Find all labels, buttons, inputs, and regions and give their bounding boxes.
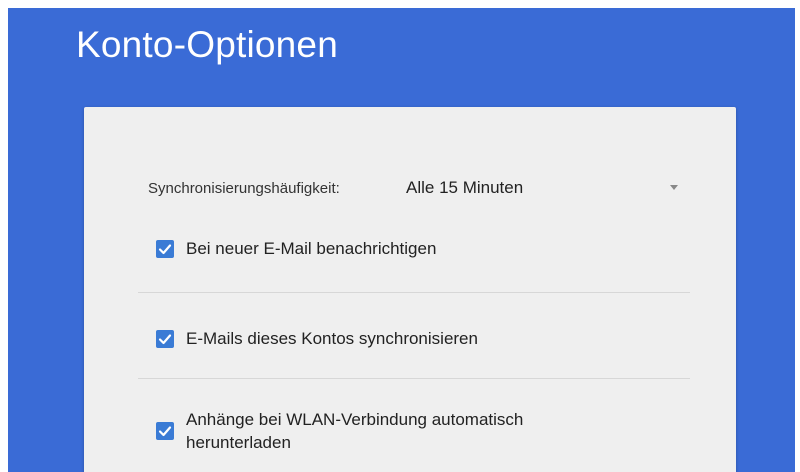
notify-label: Bei neuer E-Mail benachrichtigen <box>186 239 437 258</box>
auto-download-checkbox[interactable] <box>156 422 174 440</box>
checkmark-icon <box>158 243 172 254</box>
options-card: Synchronisierungshäufigkeit: Alle 15 Min… <box>84 107 736 472</box>
sync-frequency-select[interactable]: Alle 15 Minuten <box>406 176 690 200</box>
account-options-screen: Konto-Optionen Synchronisierungshäufigke… <box>8 8 795 472</box>
divider <box>138 378 690 379</box>
auto-download-label-line1: Anhänge bei WLAN-Verbindung automatisch <box>186 410 524 429</box>
checkmark-icon <box>158 333 172 344</box>
auto-download-attachments-option[interactable]: Anhänge bei WLAN-Verbindung automatisch … <box>156 408 523 454</box>
sync-emails-label: E-Mails dieses Kontos synchronisieren <box>186 329 478 348</box>
sync-frequency-row: Synchronisierungshäufigkeit: Alle 15 Min… <box>148 176 688 200</box>
auto-download-label: Anhänge bei WLAN-Verbindung automatisch … <box>186 408 523 454</box>
checkmark-icon <box>158 426 172 437</box>
notify-checkbox[interactable] <box>156 239 174 258</box>
sync-frequency-value: Alle 15 Minuten <box>406 178 524 197</box>
auto-download-label-line2: herunterladen <box>186 433 291 452</box>
sync-emails-checkbox[interactable] <box>156 329 174 348</box>
divider <box>138 292 690 293</box>
sync-frequency-label: Synchronisierungshäufigkeit: <box>148 179 340 197</box>
page-title: Konto-Optionen <box>76 24 338 65</box>
notify-new-email-option[interactable]: Bei neuer E-Mail benachrichtigen <box>156 237 436 260</box>
sync-emails-option[interactable]: E-Mails dieses Kontos synchronisieren <box>156 327 478 350</box>
dropdown-arrow-icon <box>670 185 678 190</box>
